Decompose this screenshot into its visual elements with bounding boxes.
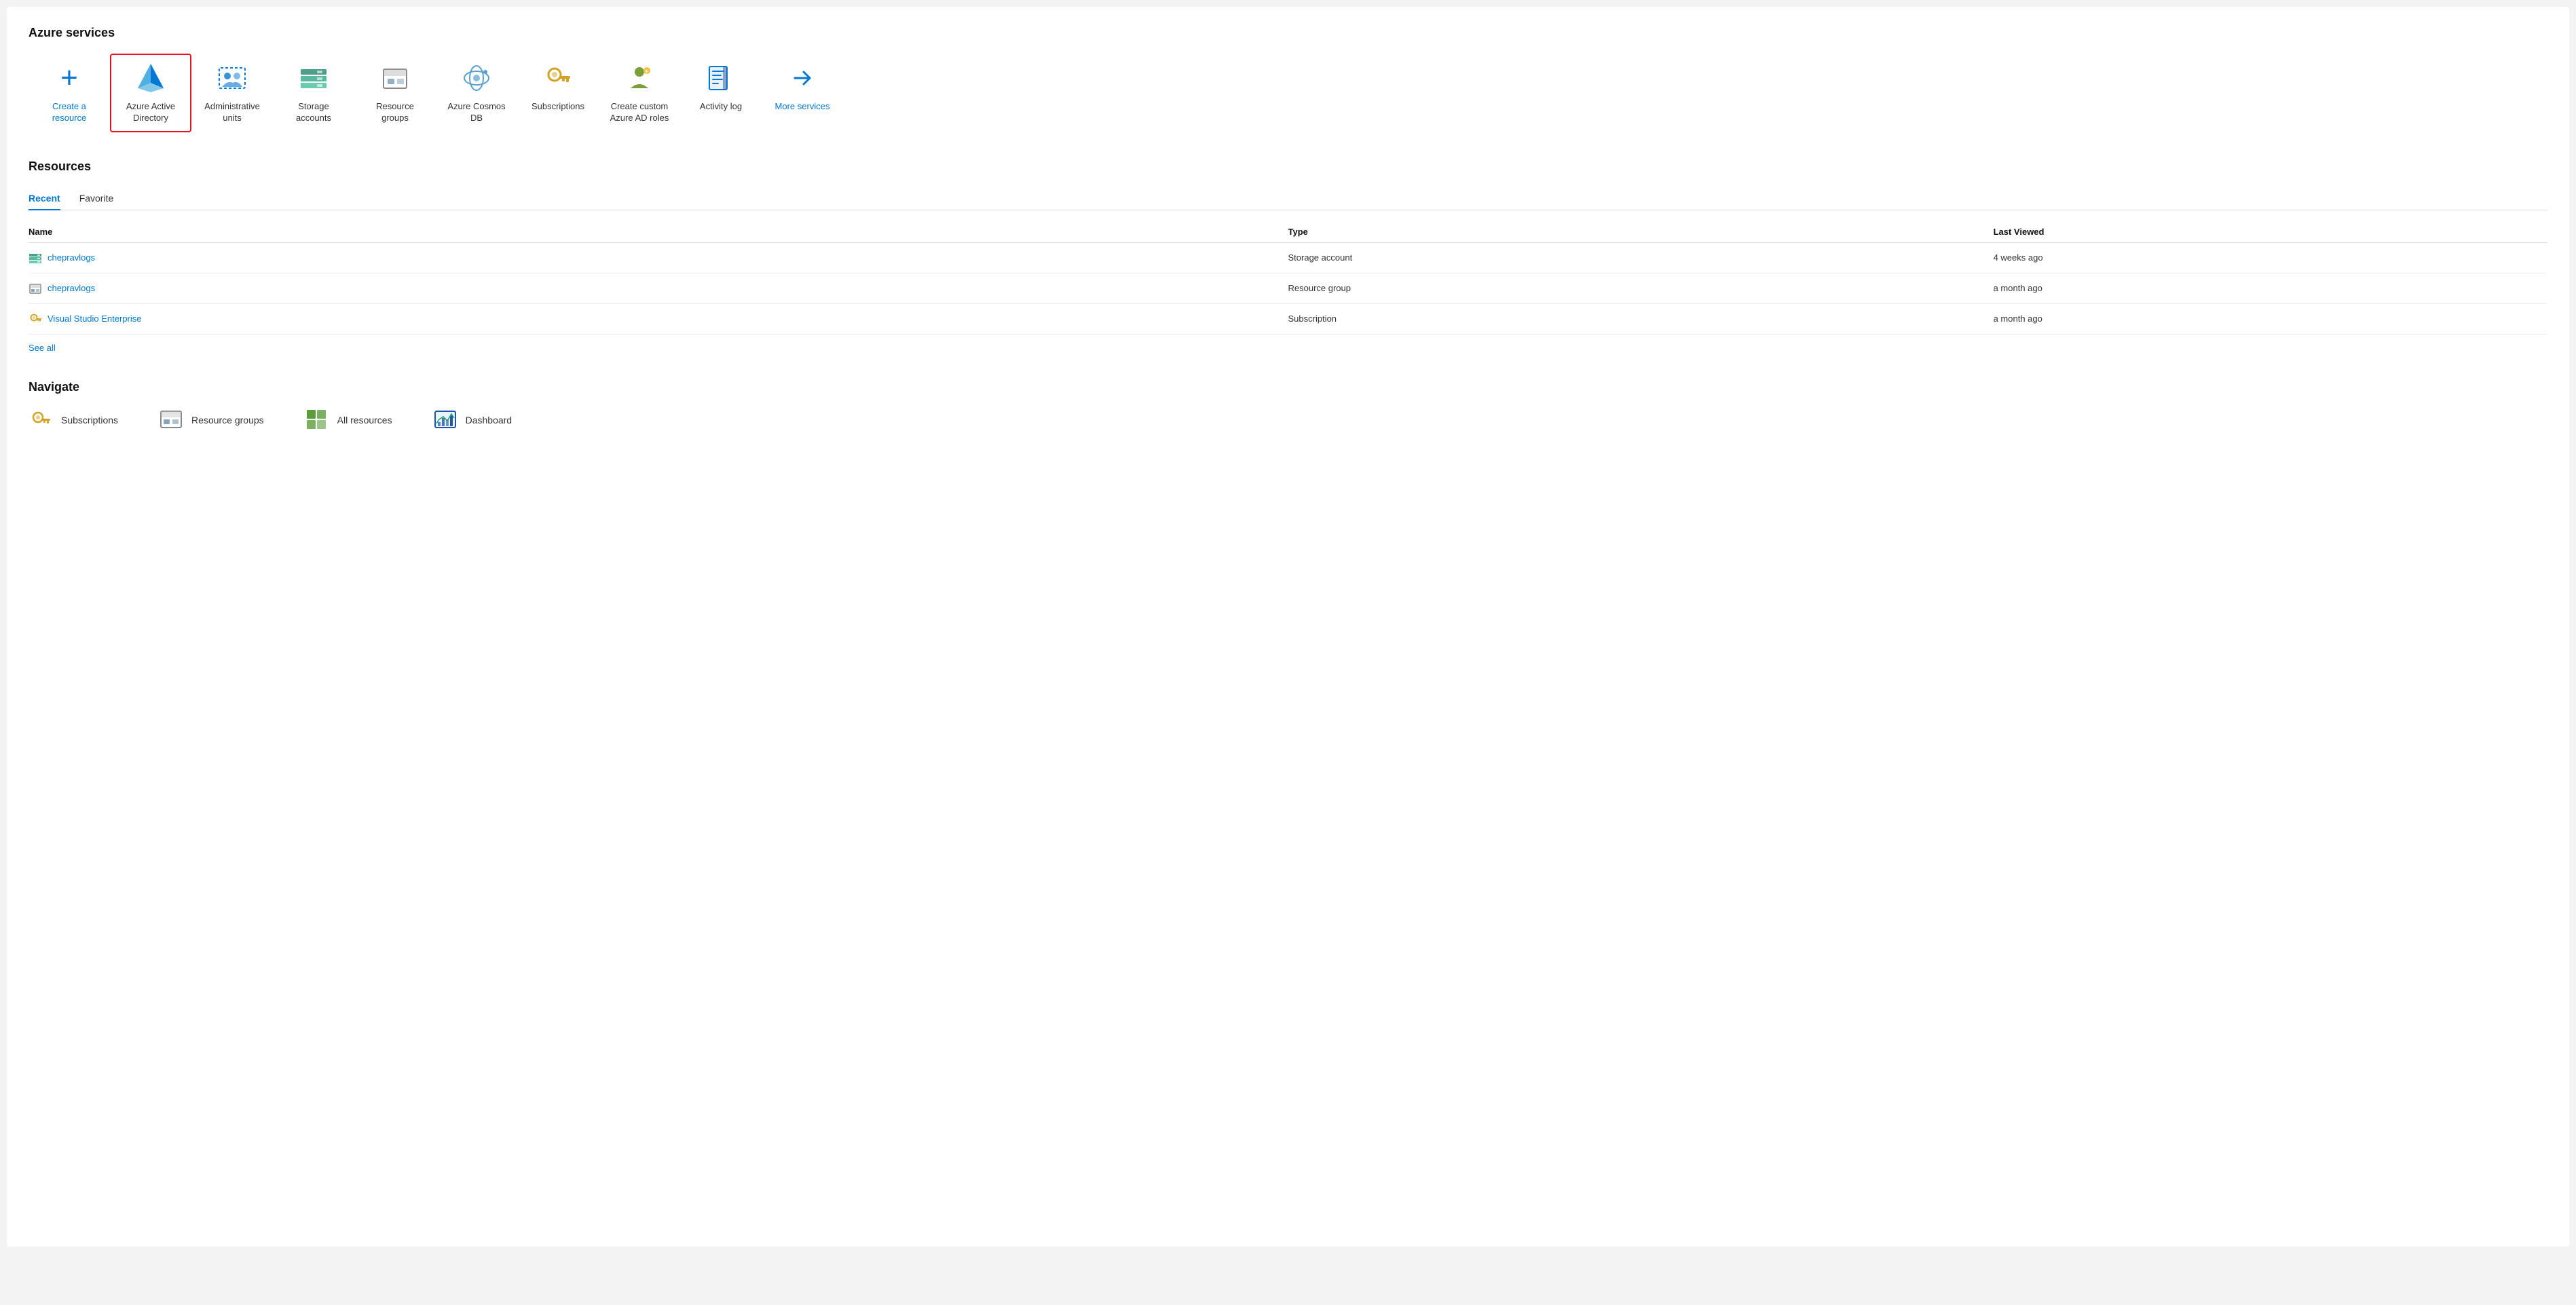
service-label-storage: Storage accounts: [296, 101, 331, 124]
resource-name-chepravlogs-2: chepravlogs: [48, 283, 95, 293]
navigate-title: Navigate: [29, 380, 2547, 394]
service-create-resource[interactable]: + Create a resource: [29, 54, 110, 132]
navigate-section: Navigate Subscriptions: [29, 380, 2547, 432]
resources-section: Resources Recent Favorite Name Type Last…: [29, 159, 2547, 353]
table-row: Visual Studio Enterprise Subscription a …: [29, 303, 2547, 334]
resource-type-2: Resource group: [1288, 273, 1994, 303]
plus-icon: +: [53, 62, 86, 94]
service-activity-log[interactable]: Activity log: [680, 54, 762, 121]
service-label-resource-groups: Resource groups: [376, 101, 414, 124]
service-subscriptions[interactable]: Subscriptions: [517, 54, 599, 121]
col-header-type: Type: [1288, 221, 1994, 243]
main-content: Azure services + Create a resource: [7, 7, 2569, 1247]
navigate-dashboard-label: Dashboard: [466, 415, 512, 425]
service-administrative-units[interactable]: Administrative units: [191, 54, 273, 132]
resources-tabs: Recent Favorite: [29, 187, 2547, 210]
resource-link-visual-studio[interactable]: Visual Studio Enterprise: [29, 312, 1288, 326]
service-cosmos-db[interactable]: Azure Cosmos DB: [436, 54, 517, 132]
service-label-custom-roles: Create custom Azure AD roles: [610, 101, 669, 124]
resource-type-3: Subscription: [1288, 303, 1994, 334]
see-all-link[interactable]: See all: [29, 343, 56, 353]
service-resource-groups[interactable]: Resource groups: [354, 54, 436, 132]
service-label-more-services: More services: [775, 101, 830, 113]
navigate-items-row: Subscriptions Resource groups: [29, 408, 2547, 432]
resource-type-1: Storage account: [1288, 242, 1994, 273]
navigate-subscriptions-label: Subscriptions: [61, 415, 118, 425]
svg-text:+: +: [645, 68, 648, 75]
service-label-create-resource: Create a resource: [52, 101, 87, 124]
navigate-all-resources-label: All resources: [337, 415, 392, 425]
arrow-right-icon: [786, 62, 819, 94]
navigate-dashboard[interactable]: Dashboard: [433, 408, 512, 432]
services-row: + Create a resource: [29, 54, 2547, 132]
col-header-lastviewed: Last Viewed: [1994, 221, 2547, 243]
resource-name-visual-studio: Visual Studio Enterprise: [48, 314, 142, 324]
navigate-resource-groups-label: Resource groups: [191, 415, 264, 425]
resource-link-chepravlogs-storage[interactable]: chepravlogs: [29, 251, 1288, 265]
custom-roles-icon: +: [623, 62, 656, 94]
nav-key-icon: [29, 408, 53, 432]
service-custom-ad-roles[interactable]: + Create custom Azure AD roles: [599, 54, 680, 132]
table-row: chepravlogs Resource group a month ago: [29, 273, 2547, 303]
service-more-services[interactable]: More services: [762, 54, 843, 121]
azure-services-title: Azure services: [29, 26, 2547, 40]
resource-lastviewed-3: a month ago: [1994, 303, 2547, 334]
nav-all-resources-icon: [305, 408, 329, 432]
service-label-aad: Azure Active Directory: [126, 101, 175, 124]
resources-title: Resources: [29, 159, 2547, 174]
tab-favorite[interactable]: Favorite: [79, 187, 114, 210]
navigate-resource-groups[interactable]: Resource groups: [159, 408, 264, 432]
cosmos-icon: [460, 62, 493, 94]
navigate-all-resources[interactable]: All resources: [305, 408, 392, 432]
activity-log-icon: [705, 62, 737, 94]
nav-dashboard-icon: [433, 408, 458, 432]
tab-recent[interactable]: Recent: [29, 187, 60, 210]
navigate-subscriptions[interactable]: Subscriptions: [29, 408, 118, 432]
key-row-icon: [29, 312, 42, 326]
service-label-admin-units: Administrative units: [204, 101, 260, 124]
subscriptions-key-icon: [542, 62, 574, 94]
service-label-activity-log: Activity log: [700, 101, 742, 113]
service-label-cosmos: Azure Cosmos DB: [447, 101, 505, 124]
resources-table: Name Type Last Viewed: [29, 221, 2547, 335]
resource-groups-icon: [379, 62, 411, 94]
nav-resource-groups-icon: [159, 408, 183, 432]
azure-services-section: Azure services + Create a resource: [29, 26, 2547, 132]
service-azure-active-directory[interactable]: Azure Active Directory: [110, 54, 191, 132]
storage-icon: [297, 62, 330, 94]
storage-row-icon: [29, 251, 42, 265]
service-label-subscriptions: Subscriptions: [531, 101, 584, 113]
resource-lastviewed-1: 4 weeks ago: [1994, 242, 2547, 273]
resource-name-chepravlogs-1: chepravlogs: [48, 252, 95, 263]
col-header-name: Name: [29, 221, 1288, 243]
resource-group-row-icon: [29, 282, 42, 295]
admin-units-icon: [216, 62, 248, 94]
resource-link-chepravlogs-rg[interactable]: chepravlogs: [29, 282, 1288, 295]
aad-icon: [134, 62, 167, 94]
table-row: chepravlogs Storage account 4 weeks ago: [29, 242, 2547, 273]
resource-lastviewed-2: a month ago: [1994, 273, 2547, 303]
service-storage-accounts[interactable]: Storage accounts: [273, 54, 354, 132]
